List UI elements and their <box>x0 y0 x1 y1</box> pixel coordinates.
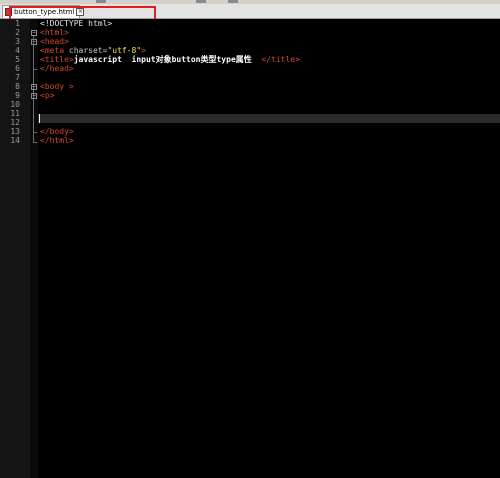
tag-token: <p> <box>40 91 55 100</box>
line-number: 7 <box>15 73 20 82</box>
fold-toggle-head[interactable]: − <box>31 39 37 45</box>
doctype-token: <!DOCTYPE html> <box>40 19 113 28</box>
tab-bar: button_type.html × <box>0 4 500 19</box>
tag-token: <body > <box>40 82 74 91</box>
code-line-5: <title>javascript input对象button类型type属性 … <box>40 56 300 64</box>
fold-toggle-body[interactable]: − <box>31 84 37 90</box>
fold-toggle-html[interactable]: − <box>31 30 37 36</box>
line-number: 11 <box>10 109 20 118</box>
code-line-14: </html> <box>40 137 74 145</box>
code-line-1: <!DOCTYPE html> <box>40 20 112 28</box>
line-number: 4 <box>15 46 20 55</box>
tag-token: <head> <box>40 37 69 46</box>
tab-label: button_type.html <box>14 8 75 16</box>
code-line-3: <head> <box>40 38 69 46</box>
tag-token: <html> <box>40 28 69 37</box>
line-number: 10 <box>10 100 20 109</box>
tag-token: </html> <box>40 136 74 145</box>
line-number: 5 <box>15 55 20 64</box>
file-modified-icon <box>5 8 12 16</box>
code-line-13: </body> <box>40 128 74 136</box>
code-editor[interactable]: <!DOCTYPE html> <html> <head> <meta char… <box>38 19 500 478</box>
toolbar-icon[interactable] <box>228 0 238 3</box>
line-number: 3 <box>15 37 20 46</box>
fold-margin: − − − − <box>30 19 38 478</box>
fold-toggle-p[interactable]: − <box>31 93 37 99</box>
code-line-6: </head> <box>40 65 74 73</box>
string-token: "utf-8" <box>107 46 142 55</box>
tag-token: > <box>141 46 146 55</box>
code-line-8: <body > <box>40 83 74 91</box>
line-number: 12 <box>10 118 20 127</box>
attribute-token: charset= <box>68 46 108 55</box>
code-line-4: <meta charset="utf-8"> <box>40 47 146 55</box>
tab-button-type-html[interactable]: button_type.html × <box>2 5 85 18</box>
code-line-2: <html> <box>40 29 69 37</box>
fold-guide-end <box>33 142 37 143</box>
tag-token: </head> <box>40 64 74 73</box>
tag-token: </body> <box>40 127 74 136</box>
line-number: 2 <box>15 28 20 37</box>
tag-token: </title> <box>261 55 300 64</box>
line-number-gutter: 1 2 3 4 5 6 7 8 9 10 11 12 13 14 <box>0 19 31 478</box>
current-line-highlight <box>38 114 500 123</box>
title-text: javascript input对象button类型type属性 <box>73 55 262 64</box>
line-number: 9 <box>15 91 20 100</box>
tag-token: <meta <box>40 46 69 55</box>
tag-token: <title> <box>40 55 74 64</box>
line-number: 6 <box>15 64 20 73</box>
line-number: 8 <box>15 82 20 91</box>
toolbar-icon[interactable] <box>96 0 106 3</box>
toolbar-icon[interactable] <box>196 0 206 3</box>
line-number: 14 <box>10 136 20 145</box>
line-number: 1 <box>15 19 20 28</box>
text-caret <box>39 114 40 123</box>
line-number: 13 <box>10 127 20 136</box>
fold-guide-end <box>33 132 37 133</box>
close-icon[interactable]: × <box>76 8 85 16</box>
code-line-9: <p> <box>40 92 54 100</box>
